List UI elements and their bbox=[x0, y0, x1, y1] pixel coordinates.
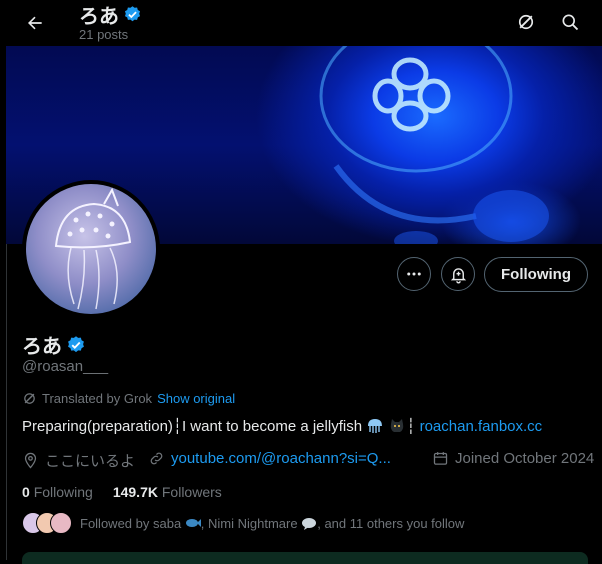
website-link[interactable]: youtube.com/@roachann?si=Q... bbox=[171, 450, 391, 467]
verified-badge-icon bbox=[68, 335, 84, 352]
jellyfish-avatar-image bbox=[54, 187, 132, 310]
bio-text: Preparing(preparation)┆I want to become … bbox=[22, 418, 363, 435]
translation-notice: Translated by Grok Show original bbox=[22, 391, 235, 406]
header-title: ろあ bbox=[79, 0, 142, 29]
more-button[interactable] bbox=[397, 257, 431, 291]
black-cat-emoji bbox=[388, 418, 406, 434]
fish-emoji bbox=[185, 517, 201, 529]
notifications-button[interactable] bbox=[441, 257, 475, 291]
bottom-banner-edge bbox=[22, 552, 588, 564]
back-button[interactable] bbox=[20, 8, 50, 38]
followers-label: Followers bbox=[161, 484, 222, 500]
profile-name-row: ろあ bbox=[22, 330, 86, 359]
back-arrow-icon bbox=[28, 16, 42, 30]
joined-date: Joined October 2024 bbox=[455, 450, 595, 467]
grok-translate-button[interactable] bbox=[512, 8, 540, 36]
joined-item: Joined October 2024 bbox=[432, 450, 594, 467]
show-original-link[interactable]: Show original bbox=[157, 391, 235, 406]
followers-count: 149.7K bbox=[112, 484, 158, 500]
profile-bio: Preparing(preparation)┆I want to become … bbox=[22, 417, 542, 435]
jellyfish-emoji bbox=[366, 418, 384, 434]
profile-handle: @roasan___ bbox=[22, 358, 109, 375]
bio-separator: ┆ bbox=[406, 418, 416, 435]
notification-bell-icon bbox=[450, 267, 466, 283]
bio-fanbox-link[interactable]: roachan.fanbox.cc bbox=[420, 418, 543, 435]
follow-stats: 0 Following 149.7K Followers bbox=[22, 484, 222, 500]
followed-by-name2: , Nimi Nightmare bbox=[200, 515, 298, 531]
followed-by-text: Followed by saba bbox=[80, 515, 182, 531]
followed-by-row[interactable]: Followed by saba , Nimi Nightmare , and … bbox=[22, 512, 464, 534]
website-item: youtube.com/@roachann?si=Q... bbox=[148, 450, 391, 467]
header-name: ろあ bbox=[79, 6, 119, 28]
location-icon bbox=[24, 452, 37, 469]
search-icon bbox=[562, 14, 579, 31]
grok-translate-icon bbox=[24, 393, 35, 404]
calendar-icon bbox=[433, 452, 448, 465]
posts-count: 21 posts bbox=[79, 27, 129, 42]
grok-translate-icon bbox=[518, 14, 534, 30]
followers-count-link[interactable]: 149.7K Followers bbox=[113, 484, 222, 500]
following-button[interactable]: Following bbox=[484, 257, 588, 292]
link-icon bbox=[150, 452, 163, 465]
following-count-link[interactable]: 0 Following bbox=[22, 484, 93, 500]
location-item: ここにいるよ bbox=[22, 450, 135, 471]
following-count: 0 bbox=[22, 484, 30, 500]
location-text: ここにいるよ bbox=[45, 453, 136, 470]
search-button[interactable] bbox=[556, 8, 584, 36]
verified-badge-icon bbox=[124, 6, 141, 22]
more-icon bbox=[407, 272, 421, 276]
followed-by-tail: , and 11 others you follow bbox=[317, 515, 465, 531]
translated-label: Translated by Grok bbox=[42, 391, 153, 406]
profile-avatar[interactable] bbox=[22, 180, 160, 318]
avatar bbox=[50, 512, 72, 534]
profile-name: ろあ bbox=[22, 336, 62, 358]
following-label: Following bbox=[33, 484, 93, 500]
speech-bubble-emoji bbox=[301, 517, 317, 530]
follower-avatars bbox=[22, 512, 72, 534]
profile-header: ろあ 21 posts bbox=[6, 0, 602, 46]
